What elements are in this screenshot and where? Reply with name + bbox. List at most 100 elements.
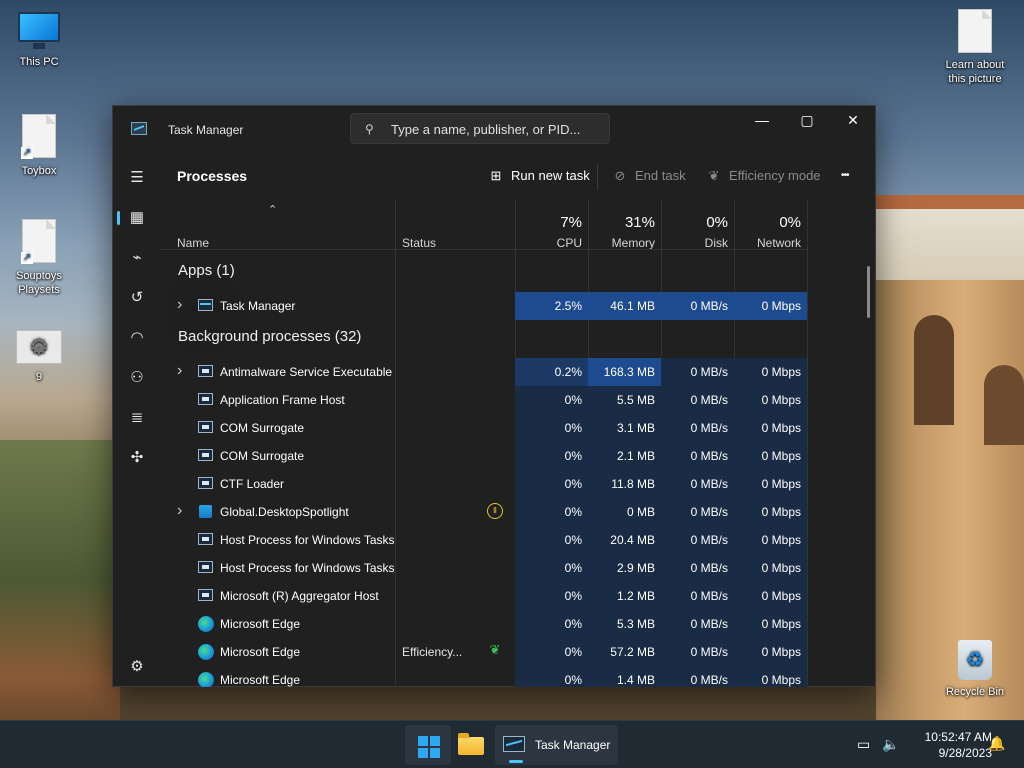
file-icon: ↗ — [21, 114, 56, 159]
table-row[interactable]: Microsoft Edge 0% 5.3 MB 0 MB/s 0 Mbps — [161, 610, 807, 638]
column-network[interactable]: Network — [735, 236, 801, 250]
chevron-right-icon[interactable]: › — [177, 296, 182, 314]
details-icon[interactable]: ≣ — [121, 402, 153, 434]
desktop-icon-label: Souptoys Playsets — [16, 270, 62, 296]
clock-date: 9/28/2023 — [938, 746, 992, 760]
users-icon[interactable]: ⚇ — [121, 362, 153, 394]
search-box[interactable]: ⚲ — [350, 113, 610, 144]
column-cpu[interactable]: CPU — [516, 236, 582, 250]
processes-icon[interactable]: ▦ — [117, 202, 153, 234]
cell-network: 0 Mbps — [761, 673, 801, 687]
performance-icon[interactable]: ⌁ — [121, 242, 153, 274]
process-icon — [198, 533, 213, 545]
end-task-label: End task — [635, 168, 686, 183]
desktop-icon-9[interactable]: ⚙ 9 — [7, 330, 71, 383]
desktop-icon-label: Learn about this picture — [945, 59, 1005, 85]
cell-disk: 0 MB/s — [690, 533, 728, 547]
group-header-background: Background processes (32) — [178, 328, 362, 345]
cell-network: 0 Mbps — [761, 617, 801, 631]
table-row[interactable]: Host Process for Windows Tasks 0% 20.4 MB 0… — [161, 526, 807, 554]
minimize-button[interactable]: — — [739, 106, 785, 136]
recycle-bin-icon: ♻ — [958, 640, 992, 680]
table-row[interactable]: COM Surrogate 0% 3.1 MB 0 MB/s 0 Mbps — [161, 414, 807, 442]
startup-apps-icon[interactable]: ◠ — [121, 322, 153, 354]
table-row[interactable]: Microsoft Edge 0% 1.4 MB 0 MB/s 0 Mbps — [161, 666, 807, 687]
desktop-icon-souptoys[interactable]: ↗ Souptoys Playsets — [7, 219, 71, 297]
process-name: Task Manager — [220, 299, 296, 313]
windows-logo-icon — [418, 736, 440, 758]
cell-network: 0 Mbps — [761, 589, 801, 603]
run-new-task-button[interactable]: ⊞ Run new task — [487, 165, 590, 187]
display-icon[interactable]: ▭ — [857, 736, 870, 753]
clock-time: 10:52:47 AM — [924, 730, 992, 744]
edge-icon — [198, 644, 214, 660]
end-task-icon: ⊘ — [614, 168, 626, 183]
process-icon — [198, 477, 213, 489]
start-button[interactable] — [405, 725, 451, 765]
column-cpu-percent[interactable]: 7% — [516, 214, 582, 231]
process-name: Microsoft (R) Aggregator Host — [220, 589, 379, 603]
desktop-icon-learn-about-picture[interactable]: Learn about this picture — [941, 9, 1009, 86]
table-row[interactable]: Host Process for Windows Tasks 0% 2.9 MB 0 … — [161, 554, 807, 582]
notification-bell-icon[interactable]: 🔔 — [988, 735, 1005, 752]
search-input[interactable] — [391, 119, 603, 139]
efficiency-mode-button[interactable]: ❦ Efficiency mode — [705, 165, 821, 187]
hamburger-icon[interactable]: ☰ — [121, 162, 153, 194]
table-row[interactable]: Microsoft Edge Efficiency... ❦ 0% 57.2 MB 0 M… — [161, 638, 807, 666]
table-row[interactable]: CTF Loader 0% 11.8 MB 0 MB/s 0 Mbps — [161, 470, 807, 498]
app-history-icon[interactable]: ↺ — [121, 282, 153, 314]
cell-cpu: 0% — [564, 393, 582, 407]
close-button[interactable]: ✕ — [830, 106, 876, 136]
cell-memory: 168.3 MB — [603, 365, 655, 379]
table-row[interactable]: › Antimalware Service Executable 0.2% 168.3… — [161, 358, 807, 386]
table-row[interactable]: › Task Manager 2.5% 46.1 MB 0 MB/s 0 Mbps — [161, 292, 807, 320]
cell-cpu: 0% — [564, 505, 582, 519]
settings-file-icon: ⚙ — [16, 330, 62, 364]
title-bar[interactable]: Task Manager ⚲ — ▢ ✕ — [113, 106, 875, 152]
cell-network: 0 Mbps — [761, 561, 801, 575]
desktop-icon-recycle-bin[interactable]: ♻ Recycle Bin — [941, 640, 1009, 698]
process-name: COM Surrogate — [220, 421, 305, 435]
process-table: ⌃ Name Status 7% CPU 31% Memory 0% Disk … — [161, 200, 875, 687]
table-row[interactable]: › Global.DesktopSpotlight Ⅱ 0% 0 MB 0 MB/s 0 M… — [161, 498, 807, 526]
chevron-right-icon[interactable]: › — [177, 362, 182, 380]
scrollbar[interactable] — [867, 266, 870, 318]
column-memory[interactable]: Memory — [589, 236, 655, 250]
process-icon — [198, 589, 213, 601]
column-disk-percent[interactable]: 0% — [662, 214, 728, 231]
cell-disk: 0 MB/s — [690, 393, 728, 407]
cell-memory: 1.2 MB — [616, 589, 655, 603]
column-disk[interactable]: Disk — [662, 236, 728, 250]
process-name: Application Frame Host — [220, 393, 345, 407]
clock[interactable]: 10:52:47 AM 9/28/2023 — [902, 729, 992, 761]
column-status[interactable]: Status — [402, 236, 436, 250]
toolbar: Processes ⊞ Run new task ⊘ End task ❦ Effic… — [161, 152, 875, 200]
end-task-button[interactable]: ⊘ End task — [611, 165, 686, 187]
column-memory-percent[interactable]: 31% — [589, 214, 655, 231]
chevron-right-icon[interactable]: › — [177, 502, 182, 520]
edge-icon — [198, 616, 214, 632]
leaf-icon: ❦ — [489, 642, 501, 657]
desktop-icon-toybox[interactable]: ↗ Toybox — [7, 114, 71, 177]
desktop-icon-this-pc[interactable]: This PC — [7, 12, 71, 68]
column-name[interactable]: Name — [177, 236, 209, 250]
process-icon — [198, 561, 213, 573]
cell-network: 0 Mbps — [761, 533, 801, 547]
settings-icon[interactable]: ⚙ — [121, 651, 153, 683]
cell-cpu: 0% — [564, 421, 582, 435]
cell-network: 0 Mbps — [761, 393, 801, 407]
desktop-icon-label: 9 — [35, 371, 43, 383]
cell-disk: 0 MB/s — [690, 645, 728, 659]
taskbar-task-manager[interactable]: Task Manager — [495, 725, 618, 765]
file-explorer-button[interactable] — [448, 725, 494, 765]
more-options-button[interactable]: ••• — [841, 165, 849, 187]
cell-memory: 0 MB — [626, 505, 655, 519]
volume-muted-icon[interactable]: 🔈 — [882, 736, 899, 753]
table-row[interactable]: Application Frame Host 0% 5.5 MB 0 MB/s 0 Mb… — [161, 386, 807, 414]
maximize-button[interactable]: ▢ — [784, 106, 830, 136]
table-row[interactable]: Microsoft (R) Aggregator Host 0% 1.2 MB 0 M… — [161, 582, 807, 610]
table-row[interactable]: COM Surrogate 0% 2.1 MB 0 MB/s 0 Mbps — [161, 442, 807, 470]
cell-disk: 0 MB/s — [690, 449, 728, 463]
services-icon[interactable]: ✣ — [121, 442, 153, 474]
column-network-percent[interactable]: 0% — [735, 214, 801, 231]
